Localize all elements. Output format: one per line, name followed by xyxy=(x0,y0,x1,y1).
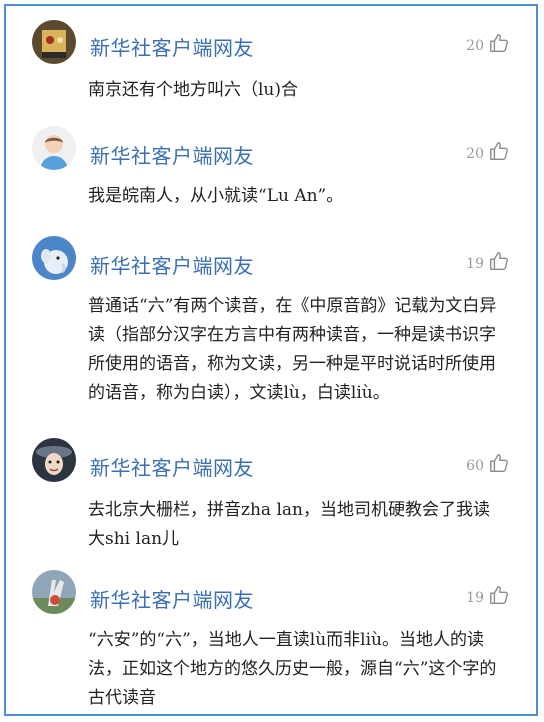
username[interactable]: 新华社客户端网友 xyxy=(90,452,254,481)
comment-list: 新华社客户端网友 20 南京还有个地方叫六（lu)合 新华社客户端网友 20 我… xyxy=(4,4,538,716)
like-button[interactable]: 20 xyxy=(466,32,510,54)
username[interactable]: 新华社客户端网友 xyxy=(90,250,254,279)
like-count: 19 xyxy=(466,590,484,606)
avatar[interactable] xyxy=(32,236,76,280)
thumbs-up-icon xyxy=(488,584,510,606)
username[interactable]: 新华社客户端网友 xyxy=(90,584,254,613)
thumbs-up-icon xyxy=(488,140,510,162)
username[interactable]: 新华社客户端网友 xyxy=(90,140,254,169)
like-count: 19 xyxy=(466,256,484,272)
like-button[interactable]: 19 xyxy=(466,250,510,272)
like-button[interactable]: 19 xyxy=(466,584,510,606)
like-count: 20 xyxy=(466,146,484,162)
avatar[interactable] xyxy=(32,438,76,482)
comment-text: “六安”的“六”，当地人一直读lù而非liù。当地人的读法，正如这个地方的悠久历… xyxy=(88,630,497,708)
avatar[interactable] xyxy=(32,570,76,614)
thumbs-up-icon xyxy=(488,32,510,54)
comment-text: 普通话“六”有两个读音，在《中原音韵》记载为文白异读（指部分汉字在方言中有两种读… xyxy=(88,296,497,403)
like-count: 20 xyxy=(466,38,484,54)
like-button[interactable]: 20 xyxy=(466,140,510,162)
like-button[interactable]: 60 xyxy=(466,452,510,474)
avatar[interactable] xyxy=(32,126,76,170)
thumbs-up-icon xyxy=(488,250,510,272)
comment-text: 我是皖南人，从小就读“Lu An”。 xyxy=(88,186,344,206)
avatar[interactable] xyxy=(32,20,76,64)
username[interactable]: 新华社客户端网友 xyxy=(90,32,254,61)
comment-text: 去北京大栅栏，拼音zha lan，当地司机硬教会了我读大shi lan儿 xyxy=(88,500,490,549)
thumbs-up-icon xyxy=(488,452,510,474)
comment-text: 南京还有个地方叫六（lu)合 xyxy=(88,80,299,100)
like-count: 60 xyxy=(466,458,484,474)
